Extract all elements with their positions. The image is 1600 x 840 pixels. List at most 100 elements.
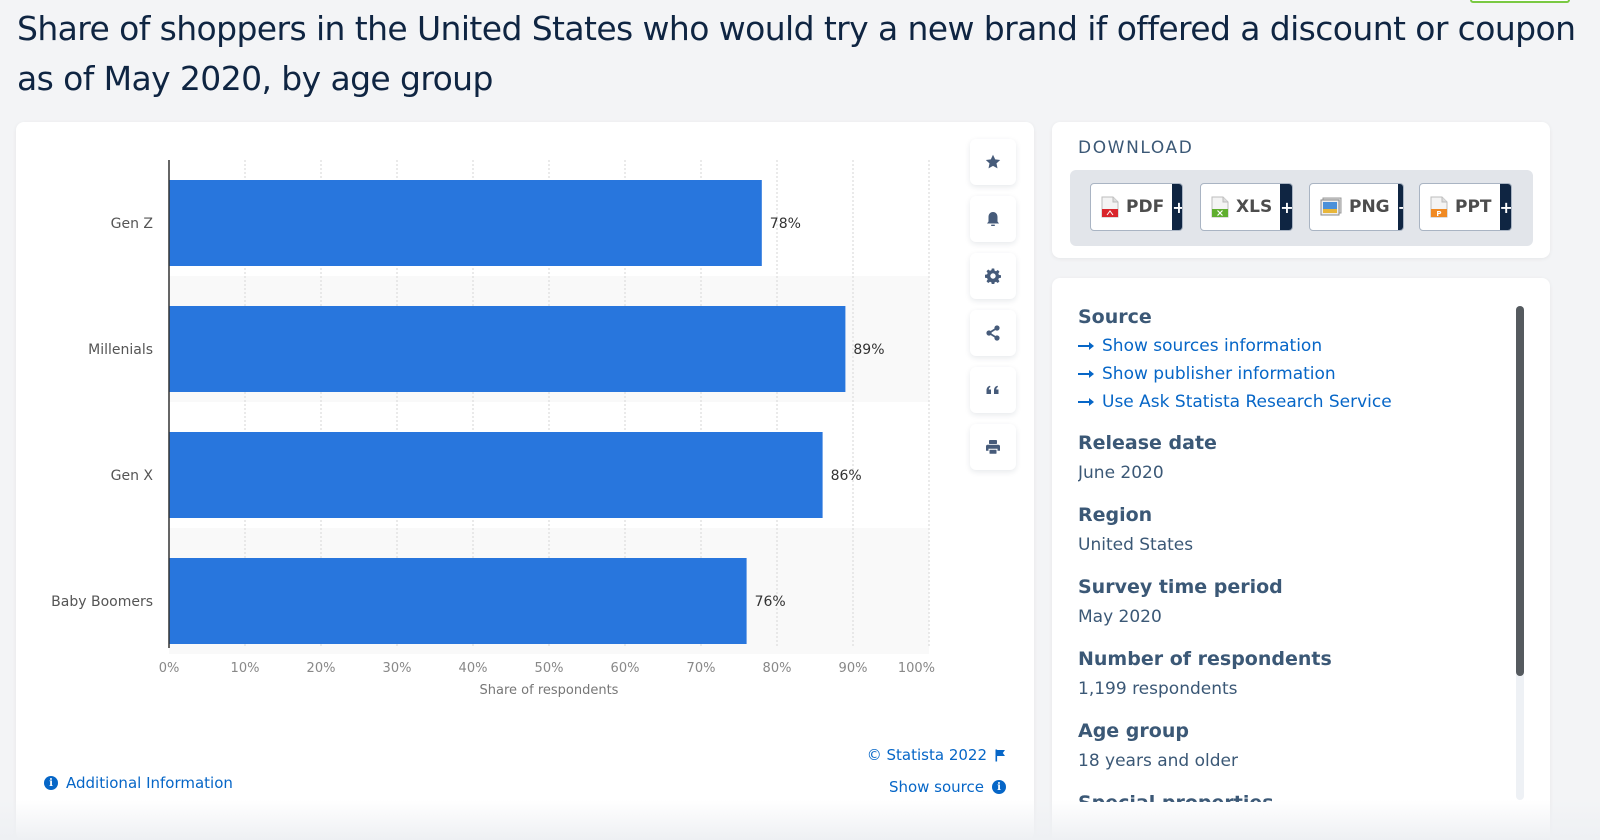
bars [169,180,846,644]
tick-label: 40% [459,661,488,676]
arrow-right-icon [1078,369,1096,379]
value-label: 89% [853,342,884,358]
tick-label: 20% [307,661,336,676]
cite-button[interactable] [970,367,1016,413]
region-heading: Region [1078,504,1153,526]
xls-plus-icon[interactable]: + [1280,184,1292,230]
show-source-link[interactable]: Show source i [867,776,1006,798]
download-buttons: PDF + XLS + PNG + [1070,170,1533,246]
tick-label: 90% [839,661,868,676]
download-xls-label: XLS [1236,197,1273,217]
settings-button[interactable] [970,253,1016,299]
release-date-heading: Release date [1078,432,1217,454]
share-button[interactable] [970,310,1016,356]
ppt-file-icon: P [1430,196,1448,218]
category-label: Gen X [111,468,154,484]
tick-label: 0% [159,661,180,676]
show-publisher-link[interactable]: Show publisher information [1078,360,1508,388]
gear-icon [985,268,1001,284]
bar-baby-boomers [169,558,747,644]
chart-footer: © Statista 2022 Show source i [867,744,1006,798]
category-label: Millenials [88,342,153,358]
share-icon [986,325,1000,341]
info-scrollbar-thumb[interactable] [1516,306,1524,676]
bottom-fade [0,800,1600,840]
info-icon: i [44,776,58,790]
tick-label: 80% [763,661,792,676]
age-group-value: 18 years and older [1078,751,1238,771]
svg-text:P: P [1436,210,1441,218]
ask-statista-text: Use Ask Statista Research Service [1102,392,1392,412]
download-xls-button[interactable]: XLS + [1200,183,1293,231]
info-card: Source Show sources information Show pub… [1052,278,1550,840]
tick-label: 60% [611,661,640,676]
arrow-right-icon [1078,397,1096,407]
show-source-text: Show source [888,778,984,796]
download-pdf-button[interactable]: PDF + [1090,183,1183,231]
tick-labels: 0% 10% 20% 30% 40% 50% 60% 70% 80% 90% 100% [159,661,935,676]
additional-information-text: Additional Information [66,774,233,792]
release-date-value: June 2020 [1078,463,1164,483]
download-png-button[interactable]: PNG + [1309,183,1404,231]
notification-button[interactable] [970,196,1016,242]
source-heading: Source [1078,306,1152,328]
ppt-plus-icon[interactable]: + [1499,184,1511,230]
survey-period-value: May 2020 [1078,607,1162,627]
bell-icon [987,212,999,226]
show-sources-link[interactable]: Show sources information [1078,332,1508,360]
star-icon [985,154,1001,169]
show-sources-text: Show sources information [1102,336,1323,356]
pdf-plus-icon[interactable]: + [1172,184,1182,230]
survey-period-heading: Survey time period [1078,576,1283,598]
print-icon [986,440,1000,454]
xls-file-icon [1211,196,1229,218]
png-image-icon [1320,197,1342,217]
download-ppt-button[interactable]: P PPT + [1419,183,1512,231]
bar-gen-x [169,432,823,518]
respondents-heading: Number of respondents [1078,648,1332,670]
region-value: United States [1078,535,1194,555]
chart-card: 78% 89% 86% 76% Gen Z Millenials Gen X Baby Bo… [16,122,1034,840]
source-links: Show sources information Show publisher … [1078,332,1508,416]
tick-label: 100% [898,661,935,676]
arrow-right-icon [1078,341,1096,351]
download-card: DOWNLOAD PDF + XLS + [1052,122,1550,258]
show-publisher-text: Show publisher information [1102,364,1336,384]
download-title: DOWNLOAD [1078,138,1194,158]
age-group-heading: Age group [1078,720,1189,742]
flag-icon [995,749,1006,762]
copyright-link[interactable]: © Statista 2022 [867,744,1006,766]
value-label: 86% [831,468,862,484]
download-png-label: PNG [1349,197,1390,217]
tick-label: 30% [383,661,412,676]
category-labels: Gen Z Millenials Gen X Baby Boomers [51,216,153,610]
top-tab-edge [1470,0,1570,3]
png-plus-icon[interactable]: + [1397,184,1403,230]
favorite-button[interactable] [970,139,1016,185]
pdf-file-icon [1101,196,1119,218]
download-pdf-label: PDF [1126,197,1165,217]
bar-chart: 78% 89% 86% 76% Gen Z Millenials Gen X Baby Bo… [51,160,935,698]
copyright-text: © Statista 2022 [866,746,987,764]
chart-toolbar [970,139,1016,481]
bar-gen-z [169,180,762,266]
respondents-value: 1,199 respondents [1078,679,1238,699]
tick-label: 50% [535,661,564,676]
print-button[interactable] [970,424,1016,470]
tick-label: 10% [231,661,260,676]
category-label: Gen Z [111,216,153,232]
bar-millenials [169,306,846,392]
value-label: 78% [770,216,801,232]
value-label: 76% [755,594,786,610]
info-scroll-area[interactable]: Source Show sources information Show pub… [1078,302,1508,802]
info-scrollbar[interactable] [1516,306,1524,800]
quote-icon [986,385,999,394]
tick-label: 70% [687,661,716,676]
page-title: Share of shoppers in the United States w… [17,9,1576,98]
download-ppt-label: PPT [1455,197,1492,217]
ask-statista-link[interactable]: Use Ask Statista Research Service [1078,388,1508,416]
info-icon: i [992,780,1006,794]
category-label: Baby Boomers [51,594,153,610]
x-axis-title: Share of respondents [480,683,619,698]
additional-information-link[interactable]: i Additional Information [44,774,233,792]
